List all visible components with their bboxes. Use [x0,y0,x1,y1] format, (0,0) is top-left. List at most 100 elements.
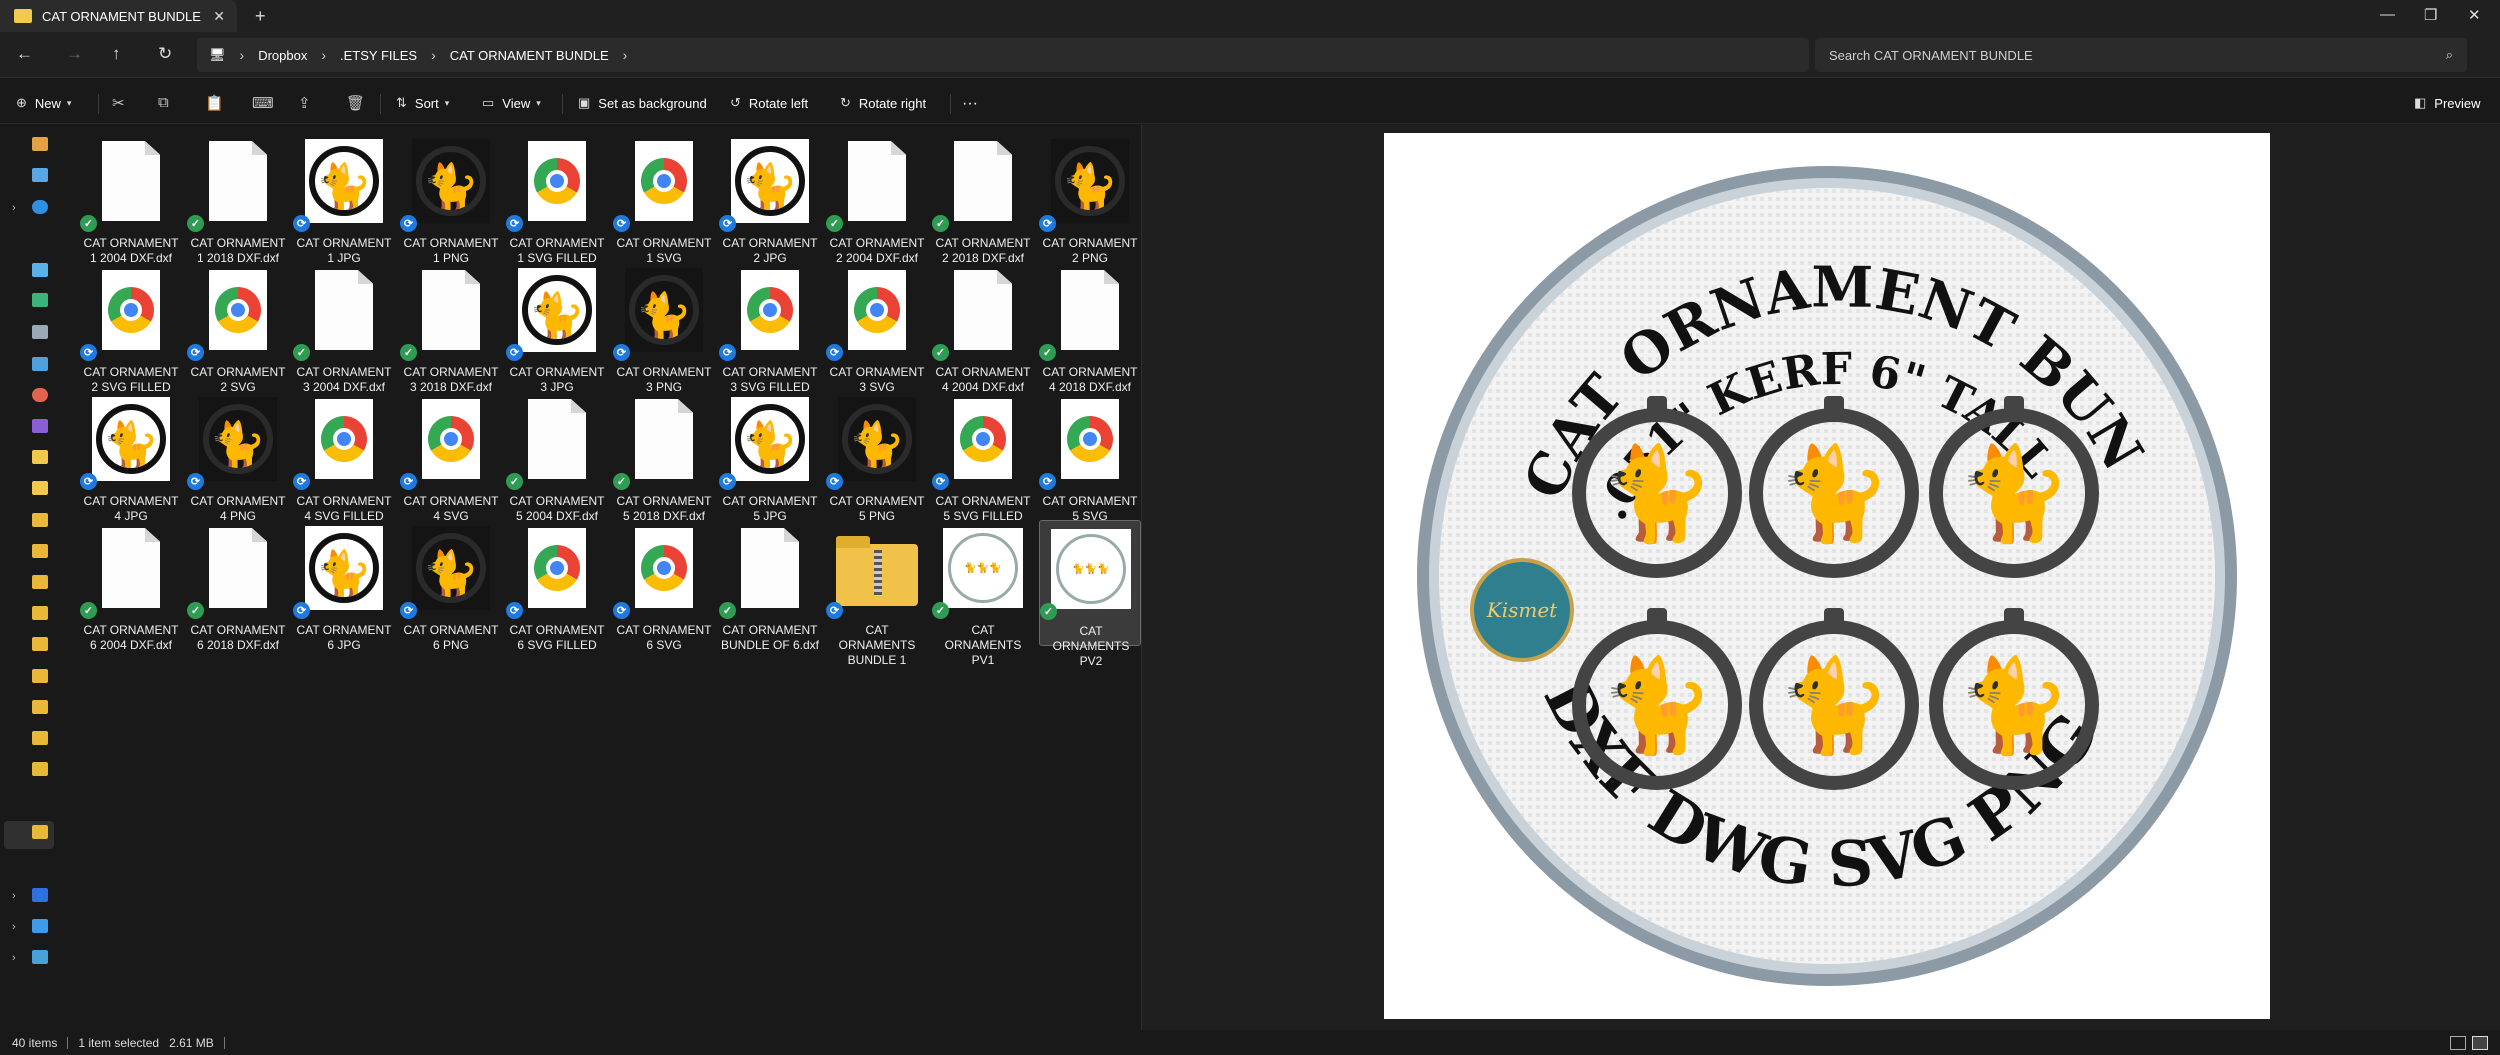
search-input[interactable]: Search CAT ORNAMENT BUNDLE ⌕ [1815,38,2467,72]
file-item[interactable]: ✓ CAT ORNAMENT 1 2004 DXF.dxf [80,133,182,265]
file-item[interactable]: ✓ CAT ORNAMENT 6 2018 DXF.dxf [187,520,289,652]
file-item[interactable]: 🐈 ⟳ CAT ORNAMENT 1 JPG [293,133,395,265]
up-button[interactable]: ↑ [112,44,121,64]
paste-icon[interactable]: 📋 [205,94,224,112]
onedrive-icon[interactable] [32,200,48,214]
file-item[interactable]: ⟳ CAT ORNAMENT 2 SVG [187,262,289,394]
breadcrumb-cat-ornament-bundle[interactable]: CAT ORNAMENT BUNDLE [450,48,609,63]
file-item[interactable]: 🐈 ⟳ CAT ORNAMENT 6 JPG [293,520,395,652]
file-item[interactable]: 🐈 ⟳ CAT ORNAMENT 2 PNG [1039,133,1141,265]
file-item[interactable]: ⟳ CAT ORNAMENT 3 SVG FILLED [719,262,821,394]
folder-icon[interactable] [32,481,48,495]
file-item[interactable]: 🐈 ⟳ CAT ORNAMENT 5 JPG [719,391,821,523]
delete-icon[interactable]: 🗑 [346,94,365,112]
folder-icon[interactable] [32,544,48,558]
file-item[interactable]: ⟳ CAT ORNAMENT 6 SVG [613,520,715,652]
folder-icon[interactable] [32,606,48,620]
folder-icon[interactable] [32,669,48,683]
file-item[interactable]: ⟳ CAT ORNAMENT 5 SVG [1039,391,1141,523]
folder-icon[interactable] [32,450,48,464]
music-icon[interactable] [32,388,48,402]
file-item[interactable]: ⟳ CAT ORNAMENT 2 SVG FILLED [80,262,182,394]
rotate-right-button[interactable]: ↻ Rotate right [840,95,926,111]
expand-arrow-icon[interactable]: › [12,202,16,214]
set-background-button[interactable]: ▣ Set as background [578,95,707,111]
share-icon[interactable]: ⇪ [298,94,311,112]
home-icon[interactable] [32,137,48,151]
new-tab-button[interactable]: + [255,6,266,27]
minimize-button[interactable]: — [2380,6,2395,23]
downloads-icon[interactable] [32,293,48,307]
refresh-button[interactable]: ↻ [158,44,172,64]
folder-icon[interactable] [32,637,48,651]
close-window-button[interactable]: ✕ [2468,6,2481,24]
file-item[interactable]: ✓ CAT ORNAMENT 3 2004 DXF.dxf [293,262,395,394]
file-item[interactable]: ⟳ CAT ORNAMENT 6 SVG FILLED [506,520,608,652]
file-item[interactable]: 🐈 ⟳ CAT ORNAMENT 3 JPG [506,262,608,394]
file-item[interactable]: ✓ CAT ORNAMENT 4 2004 DXF.dxf [932,262,1034,394]
dropbox-icon[interactable] [32,888,48,902]
folder-icon[interactable] [32,513,48,527]
file-item[interactable]: ⟳ CAT ORNAMENT 3 SVG [826,262,928,394]
file-item[interactable]: 🐈 ⟳ CAT ORNAMENT 4 JPG [80,391,182,523]
new-button[interactable]: ⊕ New ▾ [16,95,79,111]
file-item[interactable]: 🐈 ⟳ CAT ORNAMENT 6 PNG [400,520,502,652]
rename-icon[interactable]: ⌨ [252,94,274,112]
back-button[interactable]: ← [16,44,33,64]
file-item[interactable]: ✓ CAT ORNAMENT 5 2018 DXF.dxf [613,391,715,523]
sort-button[interactable]: ⇅ Sort ▾ [396,95,457,111]
file-item[interactable]: ⟳ CAT ORNAMENT 4 SVG FILLED [293,391,395,523]
cut-icon[interactable]: ✂ [112,94,125,112]
tab-close-icon[interactable]: ✕ [213,8,225,25]
file-item[interactable]: ⟳ CAT ORNAMENT 1 SVG FILLED [506,133,608,265]
more-options-button[interactable]: ··· [962,95,978,113]
file-item[interactable]: ✓ CAT ORNAMENT 3 2018 DXF.dxf [400,262,502,394]
videos-icon[interactable] [32,419,48,433]
file-item[interactable]: ⟳ CAT ORNAMENT 5 SVG FILLED [932,391,1034,523]
file-item[interactable]: 🐈 ⟳ CAT ORNAMENT 5 PNG [826,391,928,523]
folder-icon[interactable] [32,700,48,714]
file-item[interactable]: ✓ CAT ORNAMENT 1 2018 DXF.dxf [187,133,289,265]
breadcrumb-etsy-files[interactable]: .ETSY FILES [340,48,417,63]
file-item[interactable]: 🐈🐈🐈 ✓ CAT ORNAMENTS PV2 [1039,520,1141,668]
this-pc-icon[interactable] [32,919,48,933]
maximize-button[interactable]: ❐ [2424,6,2437,24]
folder-icon[interactable] [32,825,48,839]
desktop-icon[interactable] [32,263,48,277]
forward-button[interactable]: → [66,44,83,64]
pc-icon[interactable]: 🖥 [209,47,226,63]
rotate-left-button[interactable]: ↺ Rotate left [730,95,808,111]
address-bar[interactable]: 🖥 › Dropbox › .ETSY FILES › CAT ORNAMENT… [197,38,1809,72]
file-item[interactable]: 🐈 ⟳ CAT ORNAMENT 1 PNG [400,133,502,265]
file-item[interactable]: ⟳ CAT ORNAMENT 4 SVG [400,391,502,523]
expand-arrow-icon[interactable]: › [12,921,16,933]
details-view-icon[interactable] [2450,1036,2466,1050]
pictures-icon[interactable] [32,357,48,371]
file-item[interactable]: 🐈🐈🐈 ✓ CAT ORNAMENTS PV1 [932,520,1034,667]
file-item[interactable]: 🐈 ⟳ CAT ORNAMENT 3 PNG [613,262,715,394]
file-item[interactable]: 🐈 ⟳ CAT ORNAMENT 2 JPG [719,133,821,265]
breadcrumb-dropbox[interactable]: Dropbox [258,48,307,63]
tab-cat-ornament-bundle[interactable]: CAT ORNAMENT BUNDLE ✕ [0,0,237,32]
chevron-right-icon[interactable]: › [623,47,628,63]
view-button[interactable]: ▭ View ▾ [482,95,549,111]
expand-arrow-icon[interactable]: › [12,890,16,902]
gallery-icon[interactable] [32,168,48,182]
copy-icon[interactable]: ⧉ [158,94,169,111]
large-icons-view-icon[interactable] [2472,1036,2488,1050]
file-item[interactable]: ⟳ CAT ORNAMENTS BUNDLE 1 [826,520,928,667]
folder-icon[interactable] [32,575,48,589]
file-item[interactable]: ✓ CAT ORNAMENT 5 2004 DXF.dxf [506,391,608,523]
file-item[interactable]: ✓ CAT ORNAMENT 2 2004 DXF.dxf [826,133,928,265]
expand-arrow-icon[interactable]: › [12,952,16,964]
file-item[interactable]: ✓ CAT ORNAMENT 2 2018 DXF.dxf [932,133,1034,265]
network-icon[interactable] [32,950,48,964]
file-item[interactable]: ✓ CAT ORNAMENT 6 2004 DXF.dxf [80,520,182,652]
file-item[interactable]: ⟳ CAT ORNAMENT 1 SVG [613,133,715,265]
folder-icon[interactable] [32,731,48,745]
folder-icon[interactable] [32,762,48,776]
file-item[interactable]: ✓ CAT ORNAMENT 4 2018 DXF.dxf [1039,262,1141,394]
file-item[interactable]: ✓ CAT ORNAMENT BUNDLE OF 6.dxf [719,520,821,652]
file-item[interactable]: 🐈 ⟳ CAT ORNAMENT 4 PNG [187,391,289,523]
documents-icon[interactable] [32,325,48,339]
